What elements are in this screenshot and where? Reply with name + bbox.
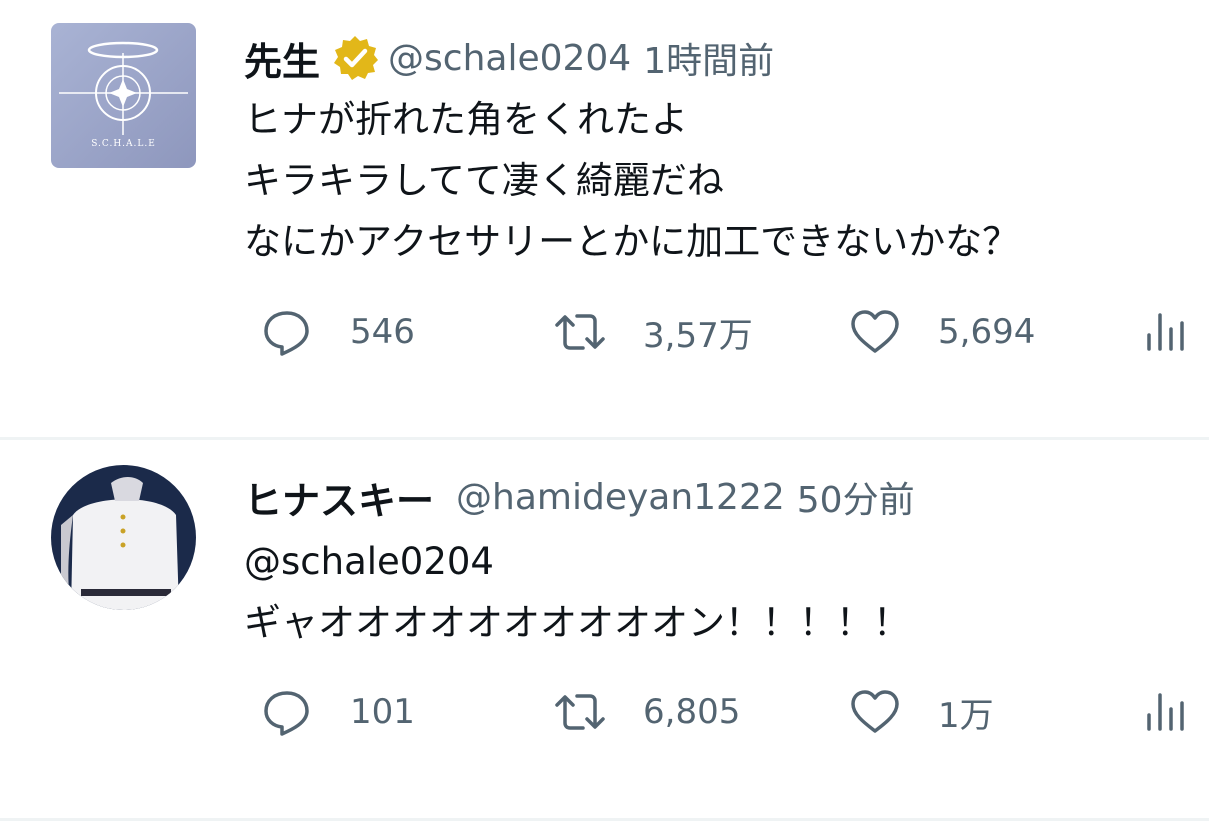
- tweet-text-line: ギャオオオオオオオオオオン！！！！！: [244, 601, 910, 644]
- timestamp[interactable]: 1時間前: [643, 32, 774, 84]
- speech-bubble-icon: [260, 305, 314, 359]
- action-bar: 101 6,805 1万: [0, 682, 1209, 742]
- retweet-button[interactable]: 6,805: [553, 682, 740, 742]
- reply-count: 546: [350, 312, 415, 352]
- bar-chart-icon: [1140, 685, 1194, 739]
- retweet-arrows-icon: [553, 685, 607, 739]
- reply-button[interactable]: 546: [260, 302, 415, 362]
- like-button[interactable]: 1万: [848, 682, 994, 742]
- tweet-text-line: @schale0204: [244, 540, 494, 583]
- tweet-divider: [0, 437, 1209, 440]
- timestamp[interactable]: 50分前: [797, 471, 915, 523]
- tweet-divider: [0, 818, 1209, 821]
- retweet-arrows-icon: [553, 305, 607, 359]
- tweet-header: ヒナスキー @hamideyan1222 50分前: [244, 471, 915, 523]
- like-button[interactable]: 5,694: [848, 302, 1035, 362]
- like-count: 1万: [938, 695, 994, 736]
- tweet-text: ヒナが折れた角をくれたよ キラキラしてて凄く綺麗だね なにかアクセサリーとかに加…: [244, 89, 1019, 272]
- tweet-text-line: なにかアクセサリーとかに加工できないかな？: [244, 220, 1020, 263]
- tweet-text: @schale0204 ギャオオオオオオオオオオン！！！！！: [244, 531, 910, 653]
- display-name[interactable]: ヒナスキー: [244, 470, 434, 525]
- tweet-text-line: キラキラしてて凄く綺麗だね: [244, 159, 724, 202]
- display-name[interactable]: 先生: [244, 31, 320, 86]
- tweet-card[interactable]: S.C.H.A.L.E 先生 @schale0204 1時間前 ヒナが折れた角を…: [0, 0, 1209, 438]
- avatar[interactable]: [51, 465, 196, 610]
- tweet-text-line: ヒナが折れた角をくれたよ: [244, 98, 688, 141]
- verified-badge-icon: [330, 33, 380, 83]
- avatar-caption: S.C.H.A.L.E: [91, 139, 156, 149]
- user-avatar-icon: [51, 465, 196, 610]
- retweet-count: 6,805: [643, 692, 741, 732]
- analytics-button[interactable]: [1140, 302, 1194, 362]
- bar-chart-icon: [1140, 305, 1194, 359]
- like-count: 5,694: [938, 312, 1036, 352]
- handle[interactable]: @schale0204: [388, 38, 631, 79]
- heart-icon: [848, 685, 902, 739]
- handle[interactable]: @hamideyan1222: [456, 477, 785, 518]
- reply-count: 101: [350, 692, 415, 732]
- retweet-count: 3,57万: [643, 315, 753, 356]
- tweet-header: 先生 @schale0204 1時間前: [244, 32, 774, 84]
- reply-button[interactable]: 101: [260, 682, 415, 742]
- tweet-card[interactable]: ヒナスキー @hamideyan1222 50分前 @schale0204 ギャ…: [0, 441, 1209, 819]
- analytics-button[interactable]: [1140, 682, 1194, 742]
- heart-icon: [848, 305, 902, 359]
- retweet-button[interactable]: 3,57万: [553, 302, 753, 362]
- avatar[interactable]: S.C.H.A.L.E: [51, 23, 196, 168]
- speech-bubble-icon: [260, 685, 314, 739]
- action-bar: 546 3,57万 5,694: [0, 302, 1209, 362]
